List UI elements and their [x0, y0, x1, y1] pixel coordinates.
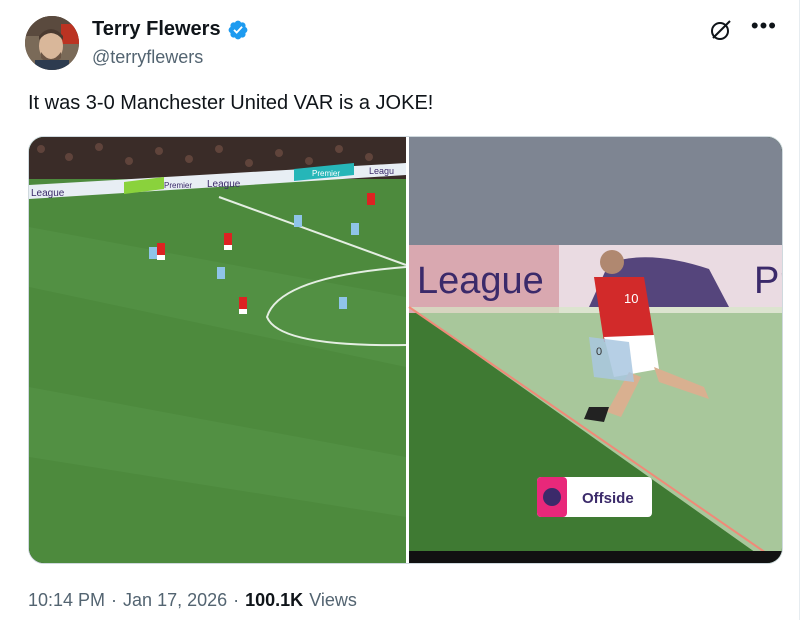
- offside-label: Offside: [582, 490, 634, 507]
- ad-board-text: Premier: [164, 181, 192, 190]
- ad-board-text: Premier: [312, 169, 340, 178]
- ad-board-text: League: [207, 179, 241, 190]
- author-name[interactable]: Terry Flewers: [92, 18, 221, 41]
- views-count: 100.1K: [245, 590, 304, 610]
- shirt-number: 10: [624, 291, 638, 306]
- tweet-meta: 10:14 PM · Jan 17, 2026 · 100.1K Views: [28, 590, 357, 611]
- offside-badge: Offside: [537, 477, 652, 517]
- tweet-card: Terry Flewers @terryflewers ••• It was 3…: [0, 0, 800, 620]
- avatar[interactable]: [25, 16, 79, 70]
- views-label: Views: [309, 590, 357, 610]
- avatar-image: [25, 16, 79, 70]
- verified-badge-icon: [228, 20, 247, 39]
- meta-separator: ·: [111, 590, 118, 610]
- author-block: Terry Flewers @terryflewers: [92, 18, 249, 68]
- author-handle[interactable]: @terryflewers: [92, 47, 249, 68]
- meta-separator: ·: [233, 590, 240, 610]
- tweet-time[interactable]: 10:14 PM: [28, 590, 105, 611]
- right-frame: League Pr 10 0: [408, 137, 782, 563]
- more-options-icon[interactable]: •••: [751, 15, 777, 37]
- grok-icon[interactable]: [709, 18, 733, 42]
- tweet-text: It was 3-0 Manchester United VAR is a JO…: [28, 92, 434, 114]
- tweet-media[interactable]: League Premier League Premier Leagu Leag…: [28, 136, 783, 564]
- ad-board-text: Pr: [754, 260, 782, 302]
- ad-board-text: Leagu: [369, 166, 394, 176]
- tweet-date[interactable]: Jan 17, 2026: [123, 590, 227, 611]
- ad-board-text: League: [31, 188, 65, 199]
- tweet-actions-top: •••: [709, 15, 777, 42]
- left-frame: League Premier League Premier Leagu: [29, 137, 407, 563]
- media-image: League Premier League Premier Leagu Leag…: [29, 137, 782, 563]
- ad-board-text: League: [417, 260, 544, 302]
- shirt-number: 0: [596, 346, 602, 358]
- frame-divider: [406, 137, 409, 563]
